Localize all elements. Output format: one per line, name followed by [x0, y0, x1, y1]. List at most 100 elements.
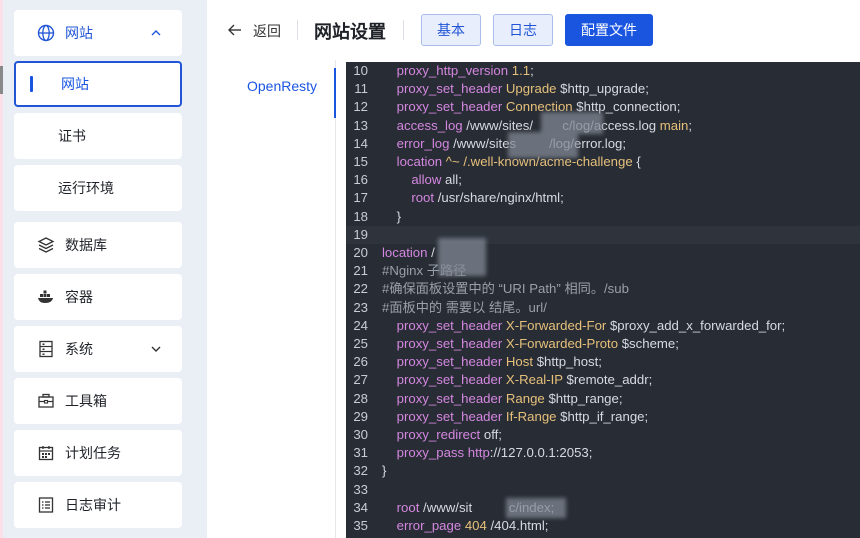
sidebar-item-container[interactable]: 容器: [14, 274, 182, 320]
line-number: 28: [353, 390, 368, 406]
arrow-left-icon[interactable]: [227, 22, 243, 38]
page-title: 网站设置: [314, 22, 386, 42]
line-number: 10: [353, 63, 368, 78]
code-editor[interactable]: 10 proxy_http_version 1.1; 11 proxy_set_h…: [346, 62, 860, 538]
line-number: 32: [353, 463, 368, 479]
code-line: 14 error_log /www/sites /log/error.log;: [346, 135, 860, 153]
sidebar-item-cronjob[interactable]: 计划任务: [14, 430, 182, 476]
code-text: proxy_set_header X-Real-IP $remote_addr;: [396, 372, 653, 388]
code-line: 32}: [346, 462, 860, 480]
chevron-up-icon: [148, 25, 164, 41]
code-line: 31 proxy_pass http://127.0.0.1:2053;: [346, 444, 860, 462]
line-number: 21: [353, 263, 368, 279]
line-number: 15: [353, 154, 368, 169]
code-text: proxy_set_header Host $http_host;: [396, 354, 602, 370]
code-line: 20 location /: [346, 244, 860, 262]
code-text: proxy_set_header If-Range $http_if_range…: [396, 408, 649, 424]
code-line: 16 allow all;: [346, 171, 860, 189]
line-number: 29: [353, 408, 368, 424]
line-number: 31: [353, 445, 368, 461]
code-line: 26 proxy_set_header Host $http_host;: [346, 353, 860, 371]
code-line: 18 }: [346, 208, 860, 226]
line-number: 35: [353, 518, 368, 533]
back-link[interactable]: 返回: [253, 21, 281, 41]
line-number: 20: [353, 245, 368, 260]
sidebar-item-label: 日志审计: [65, 497, 121, 513]
redaction-mask: [508, 132, 578, 158]
line-number: 26: [353, 354, 368, 370]
sidebar-item-log-audit[interactable]: 日志审计: [14, 482, 182, 528]
database-layers-icon: [37, 236, 55, 254]
line-number: 16: [353, 172, 368, 188]
code-text: proxy_http_version 1.1;: [396, 63, 534, 78]
code-text: allow all;: [411, 172, 462, 188]
code-line: 13 access_log /www/sites/ c/log/access.l…: [346, 117, 860, 135]
sidebar-subitem-runtime[interactable]: 运行环境: [14, 165, 182, 211]
code-line: 15 location ^~ /.well-known/acme-challen…: [346, 153, 860, 171]
sidebar-item-label: 数据库: [65, 237, 107, 253]
sidebar-item-database[interactable]: 数据库: [14, 222, 182, 268]
redaction-mask: [541, 112, 603, 134]
code-text: location /: [382, 245, 435, 260]
code-line: 19: [346, 225, 860, 244]
code-text: root /usr/share/nginx/html;: [411, 190, 564, 206]
sidebar-item-website-group[interactable]: 网站: [14, 10, 182, 56]
server-icon: [37, 340, 55, 358]
line-number: 12: [353, 99, 368, 115]
log-button[interactable]: 日志: [493, 14, 553, 46]
code-line: 33: [346, 481, 860, 499]
line-number: 25: [353, 336, 368, 351]
code-line: 27 proxy_set_header X-Real-IP $remote_ad…: [346, 371, 860, 389]
line-number: 11: [354, 81, 368, 97]
code-line: 23 #面板中的 需要以 结尾。url/: [346, 299, 860, 317]
code-line: 25 proxy_set_header X-Forwarded-Proto $s…: [346, 335, 860, 353]
sidebar-item-label: 系统: [65, 341, 93, 357]
code-line: 24 proxy_set_header X-Forwarded-For $pro…: [346, 317, 860, 335]
line-number: 33: [353, 481, 368, 497]
code-line: 34 root /www/sit c/index;: [346, 499, 860, 517]
code-text: #面板中的 需要以 结尾。url/: [382, 299, 547, 315]
sidebar-subitem-certificate[interactable]: 证书: [14, 113, 182, 159]
code-line: 10 proxy_http_version 1.1;: [346, 62, 860, 80]
sidebar-item-label: 证书: [58, 128, 86, 144]
code-line: 11 proxy_set_header Upgrade $http_upgrad…: [346, 80, 860, 98]
divider: [403, 20, 404, 40]
calendar-icon: [37, 444, 55, 462]
code-text: proxy_pass http://127.0.0.1:2053;: [396, 445, 593, 461]
globe-icon: [37, 24, 55, 42]
code-text: error_page 404 /404.html;: [396, 518, 549, 533]
line-number: 22: [353, 281, 368, 297]
code-line: 30 proxy_redirect off;: [346, 426, 860, 444]
code-line: 12 proxy_set_header Connection $http_con…: [346, 98, 860, 116]
line-number: 23: [353, 299, 368, 315]
divider: [297, 20, 298, 40]
code-line: 28 proxy_set_header Range $http_range;: [346, 390, 860, 408]
code-text: }: [382, 463, 387, 479]
docker-whale-icon: [37, 288, 55, 306]
redaction-mask: [438, 238, 486, 276]
tab-openresty[interactable]: OpenResty: [247, 78, 317, 94]
line-number: 13: [353, 117, 368, 133]
sidebar-subitem-website[interactable]: 网站: [14, 61, 182, 107]
basic-button[interactable]: 基本: [421, 14, 481, 46]
sidebar-item-label: 网站: [61, 76, 89, 92]
line-number: 18: [353, 208, 368, 224]
code-text: proxy_redirect off;: [396, 427, 502, 442]
line-number: 30: [353, 427, 368, 442]
header-bar: 返回 网站设置 基本 日志 配置文件: [207, 0, 860, 60]
code-text: proxy_set_header Connection $http_connec…: [396, 99, 681, 115]
line-number: 14: [353, 135, 368, 151]
main-panel: 返回 网站设置 基本 日志 配置文件 OpenResty 10 proxy_ht…: [207, 0, 860, 538]
code-text: #确保面板设置中的 “URI Path” 相同。/sub: [382, 281, 629, 297]
line-number: 27: [353, 372, 368, 388]
chevron-down-icon: [148, 341, 164, 357]
line-number: 19: [353, 226, 368, 242]
code-line: 22 #确保面板设置中的 “URI Path” 相同。/sub: [346, 280, 860, 298]
active-indicator: [30, 76, 33, 92]
code-line: 21 #Nginx 子路径: [346, 262, 860, 280]
sidebar-item-system[interactable]: 系统: [14, 326, 182, 372]
code-line: 17 root /usr/share/nginx/html;: [346, 189, 860, 207]
code-text: proxy_set_header X-Forwarded-Proto $sche…: [396, 336, 679, 351]
config-file-button[interactable]: 配置文件: [565, 14, 653, 46]
sidebar-item-toolbox[interactable]: 工具箱: [14, 378, 182, 424]
